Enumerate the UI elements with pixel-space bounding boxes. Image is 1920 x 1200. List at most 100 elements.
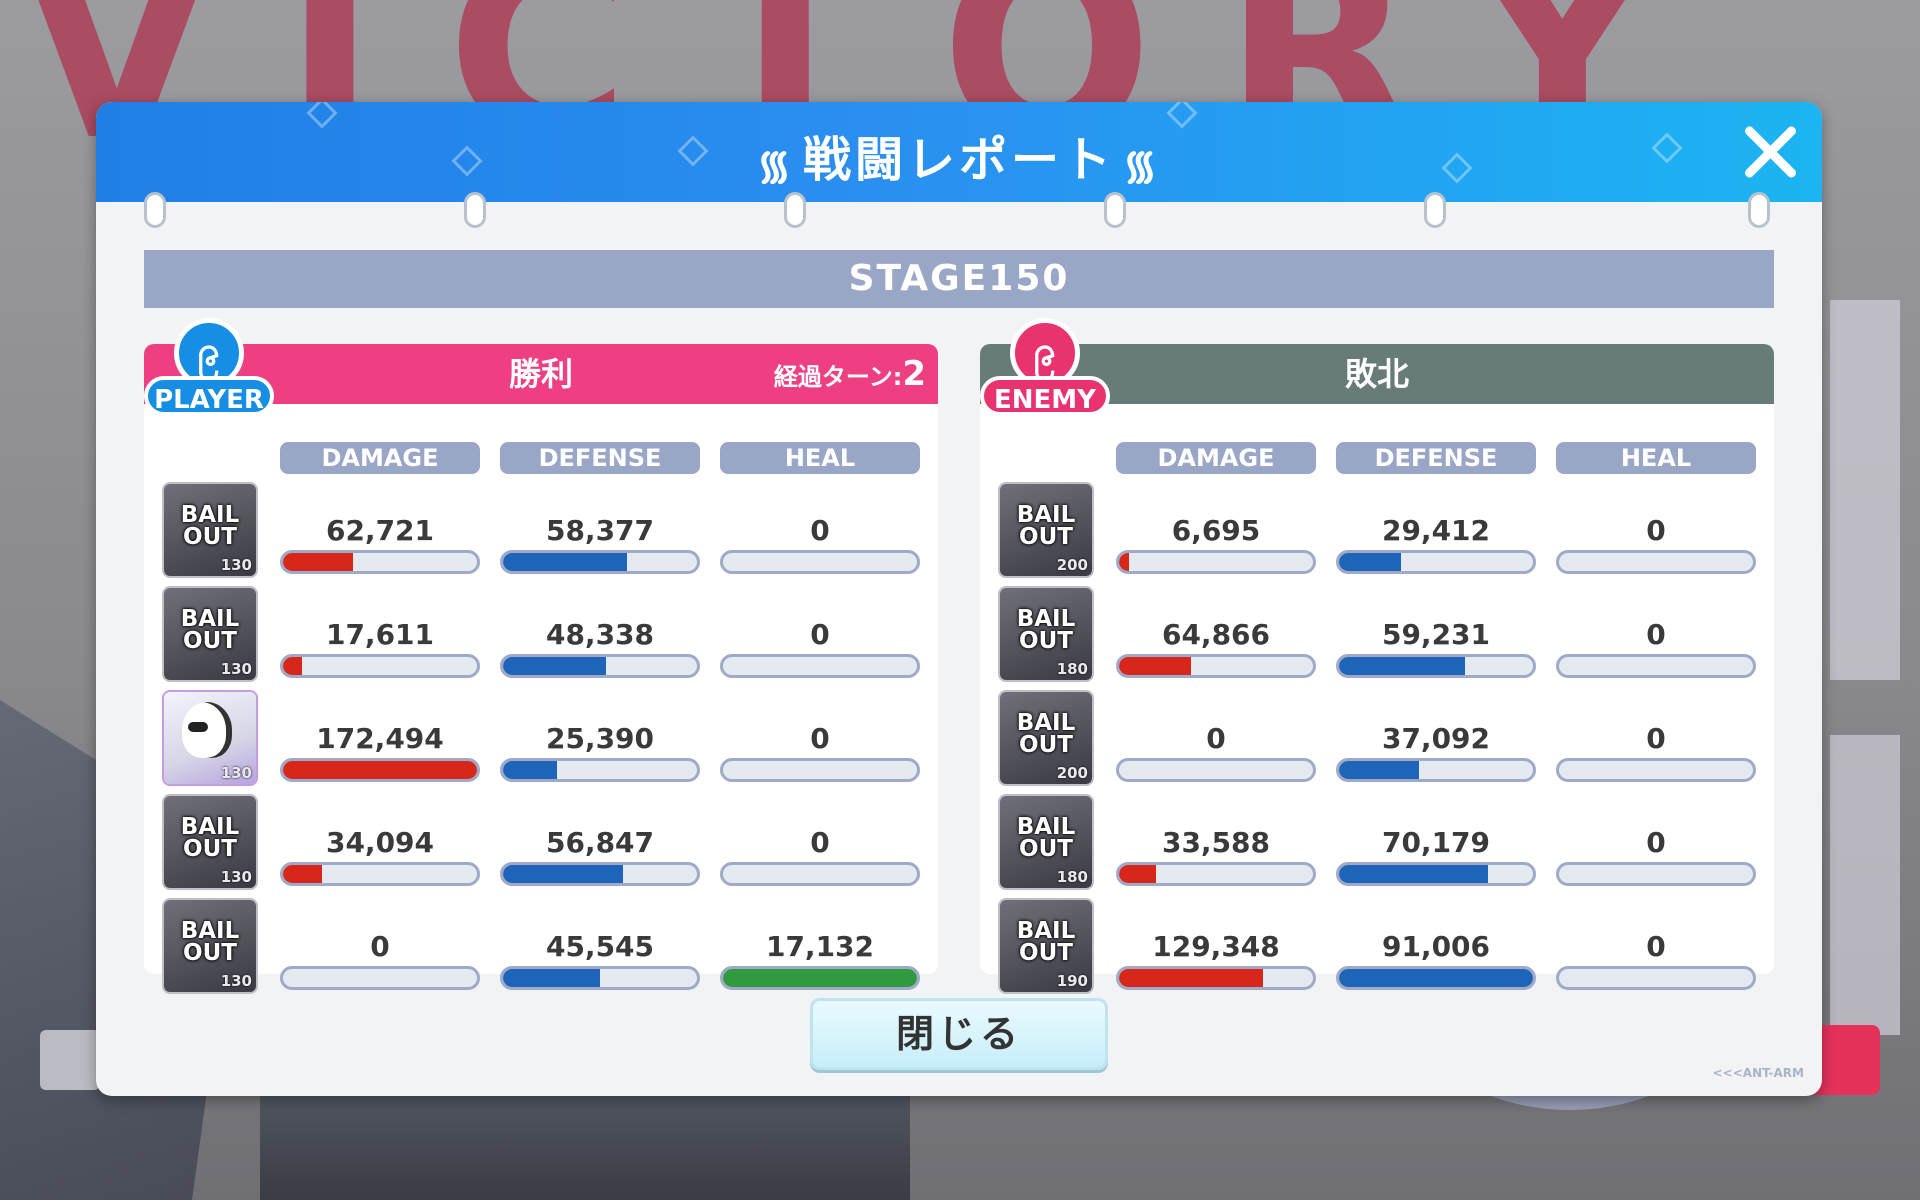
unit-portrait-bailed-out[interactable]: BAIL OUT 130 xyxy=(164,588,256,680)
elapsed-turns-label: 経過ターン: xyxy=(773,363,903,391)
heal-value: 0 xyxy=(1646,930,1666,963)
wing-icon: ᯾ xyxy=(756,142,795,189)
binder-ring xyxy=(1104,192,1126,228)
damage-value: 17,611 xyxy=(325,618,435,651)
damage-value: 33,588 xyxy=(1161,826,1271,859)
defense-bar-fill xyxy=(1339,865,1489,883)
battle-report-dialog: ᯾ 戦闘レポート ᯾ STAGE150 勝利 経過ターン:2 ၉ PLAYER DA… xyxy=(96,102,1822,1096)
defense-bar xyxy=(1336,862,1536,886)
unit-level: 130 xyxy=(220,868,252,886)
damage-value: 0 xyxy=(370,930,390,963)
unit-level: 200 xyxy=(1056,556,1088,574)
enemy-badge-label: ENEMY xyxy=(980,376,1110,416)
damage-bar-fill xyxy=(1119,657,1191,675)
defense-bar-fill xyxy=(503,761,558,779)
stat-damage: 17,611 xyxy=(280,588,480,680)
heal-bar xyxy=(1556,550,1756,574)
unit-portrait-bailed-out[interactable]: BAIL OUT 130 xyxy=(164,900,256,992)
stat-damage: 33,588 xyxy=(1116,796,1316,888)
unit-row: BAIL OUT 130 62,721 58,377 0 xyxy=(144,484,938,578)
defense-value: 56,847 xyxy=(545,826,655,859)
unit-level: 190 xyxy=(1056,972,1088,990)
defense-value: 59,231 xyxy=(1381,618,1491,651)
stat-defense: 45,545 xyxy=(500,900,700,992)
damage-bar xyxy=(280,550,480,574)
defense-bar-fill xyxy=(503,657,606,675)
bail-out-label: BAIL OUT xyxy=(180,502,240,550)
unit-portrait-bailed-out[interactable]: BAIL OUT 130 xyxy=(164,796,256,888)
unit-level: 130 xyxy=(220,972,252,990)
stat-heal: 0 xyxy=(720,692,920,784)
defense-bar-fill xyxy=(1339,761,1419,779)
stat-defense: 56,847 xyxy=(500,796,700,888)
damage-bar xyxy=(1116,862,1316,886)
unit-portrait-bailed-out[interactable]: BAIL OUT 200 xyxy=(1000,692,1092,784)
defense-bar xyxy=(1336,966,1536,990)
defense-value: 70,179 xyxy=(1381,826,1491,859)
damage-value: 6,695 xyxy=(1171,514,1261,547)
bail-out-label: BAIL OUT xyxy=(1016,502,1076,550)
unit-row: BAIL OUT 200 6,695 29,412 0 xyxy=(980,484,1774,578)
close-icon[interactable] xyxy=(1740,122,1800,182)
stat-heal: 0 xyxy=(1556,588,1756,680)
heal-bar-fill xyxy=(723,969,917,987)
heal-value: 0 xyxy=(1646,514,1666,547)
unit-portrait-bailed-out[interactable]: BAIL OUT 180 xyxy=(1000,588,1092,680)
unit-portrait-bailed-out[interactable]: BAIL OUT 190 xyxy=(1000,900,1092,992)
damage-value: 172,494 xyxy=(316,722,444,755)
enemy-badge: ၉ ENEMY xyxy=(980,318,1110,428)
column-header-heal: HEAL xyxy=(1556,442,1756,474)
bail-out-label: BAIL OUT xyxy=(1016,814,1076,862)
heal-value: 0 xyxy=(1646,618,1666,651)
damage-bar-fill xyxy=(1119,553,1129,571)
defense-bar-fill xyxy=(503,969,600,987)
heal-value: 0 xyxy=(1646,826,1666,859)
binder-ring xyxy=(144,192,166,228)
unit-level: 180 xyxy=(1056,868,1088,886)
unit-row: BAIL OUT 180 33,588 70,179 0 xyxy=(980,796,1774,890)
bail-out-label: BAIL OUT xyxy=(1016,918,1076,966)
unit-portrait-bailed-out[interactable]: BAIL OUT 200 xyxy=(1000,484,1092,576)
stat-defense: 58,377 xyxy=(500,484,700,576)
damage-bar xyxy=(280,758,480,782)
stat-defense: 70,179 xyxy=(1336,796,1536,888)
unit-row: BAIL OUT 130 17,611 48,338 0 xyxy=(144,588,938,682)
stat-damage: 0 xyxy=(1116,692,1316,784)
stat-heal: 0 xyxy=(720,796,920,888)
defense-value: 37,092 xyxy=(1381,722,1491,755)
stat-damage: 172,494 xyxy=(280,692,480,784)
unit-row: BAIL OUT 180 64,866 59,231 0 xyxy=(980,588,1774,682)
defense-bar xyxy=(500,758,700,782)
binder-ring xyxy=(464,192,486,228)
stat-heal: 0 xyxy=(720,588,920,680)
column-header-heal: HEAL xyxy=(720,442,920,474)
defense-value: 48,338 xyxy=(545,618,655,651)
stat-heal: 0 xyxy=(1556,692,1756,784)
damage-value: 0 xyxy=(1206,722,1226,755)
player-badge: ၉ PLAYER xyxy=(144,318,274,428)
stat-defense: 25,390 xyxy=(500,692,700,784)
heal-bar xyxy=(1556,966,1756,990)
brand-logo: <<<ANT-ARM xyxy=(1712,1066,1804,1080)
defense-value: 25,390 xyxy=(545,722,655,755)
bail-out-label: BAIL OUT xyxy=(180,814,240,862)
stage-label: STAGE150 xyxy=(144,250,1774,308)
stat-damage: 0 xyxy=(280,900,480,992)
heal-value: 17,132 xyxy=(765,930,875,963)
dialog-title-text: 戦闘レポート xyxy=(802,132,1115,188)
dialog-header: ᯾ 戦闘レポート ᯾ xyxy=(96,102,1822,202)
defense-bar-fill xyxy=(503,865,624,883)
defense-bar-fill xyxy=(1339,969,1533,987)
heal-bar xyxy=(720,758,920,782)
defense-value: 45,545 xyxy=(545,930,655,963)
unit-level: 180 xyxy=(1056,660,1088,678)
heal-bar xyxy=(1556,654,1756,678)
unit-portrait[interactable]: 130 xyxy=(164,692,256,784)
close-button[interactable]: 閉じる xyxy=(810,998,1108,1070)
unit-portrait-bailed-out[interactable]: BAIL OUT 180 xyxy=(1000,796,1092,888)
elapsed-turns-value: 2 xyxy=(902,354,926,394)
stat-heal: 0 xyxy=(1556,796,1756,888)
heal-bar xyxy=(1556,862,1756,886)
unit-portrait-bailed-out[interactable]: BAIL OUT 130 xyxy=(164,484,256,576)
damage-bar xyxy=(1116,758,1316,782)
